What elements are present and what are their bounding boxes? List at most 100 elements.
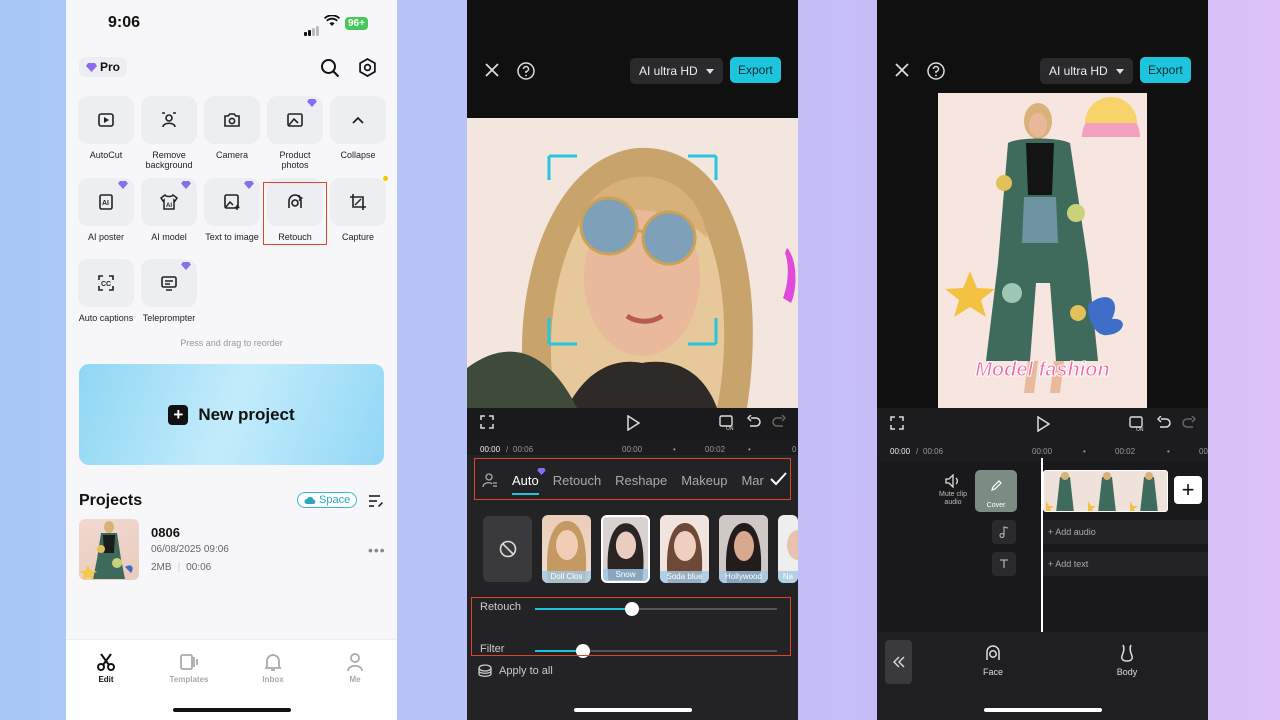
search-icon[interactable] bbox=[320, 58, 340, 78]
svg-text:CC: CC bbox=[101, 281, 111, 288]
tab-inbox[interactable]: Inbox bbox=[243, 652, 303, 684]
help-icon[interactable] bbox=[517, 62, 535, 80]
compare-toggle-icon[interactable]: ON bbox=[719, 415, 737, 431]
text-icon bbox=[1000, 559, 1008, 568]
retouch-highlight-box bbox=[263, 182, 327, 245]
tool-ai-poster[interactable]: AI AI poster bbox=[78, 178, 134, 242]
tab-edit[interactable]: Edit bbox=[76, 652, 136, 684]
ai-model-icon: AI bbox=[159, 193, 179, 210]
undo-icon[interactable] bbox=[747, 415, 761, 429]
audio-track-icon-button[interactable] bbox=[992, 520, 1016, 544]
remove-background-icon bbox=[162, 112, 176, 128]
face-tool-label: Face bbox=[982, 667, 1003, 677]
preset-item[interactable]: Soda blue bbox=[660, 515, 709, 583]
tool-text-to-image[interactable]: Text to image bbox=[204, 178, 260, 242]
tab-templates[interactable]: Templates bbox=[159, 652, 219, 684]
tool-autocut[interactable]: AutoCut bbox=[78, 96, 134, 160]
video-preview[interactable]: Model fashion bbox=[938, 93, 1147, 408]
caret-down-icon bbox=[1115, 68, 1124, 74]
fullscreen-icon[interactable] bbox=[480, 415, 494, 429]
help-icon[interactable] bbox=[927, 62, 945, 80]
tool-remove-background[interactable]: Remove background bbox=[141, 96, 197, 170]
play-icon[interactable] bbox=[1036, 416, 1050, 432]
tab-label: Inbox bbox=[262, 675, 284, 684]
video-clip[interactable] bbox=[1043, 470, 1168, 512]
svg-text:ON: ON bbox=[1136, 427, 1144, 432]
project-more-icon[interactable]: ••• bbox=[368, 542, 386, 558]
preset-item-selected[interactable]: Snow bbox=[601, 515, 650, 583]
preset-none[interactable] bbox=[483, 516, 532, 582]
home-screen: 9:06 96+ Pro AutoCut Remove background C… bbox=[66, 0, 397, 720]
tool-auto-captions[interactable]: CC Auto captions bbox=[78, 259, 134, 323]
tab-label: Templates bbox=[169, 675, 209, 684]
close-icon[interactable] bbox=[894, 62, 910, 78]
editor-top-bar: AI ultra HD Export bbox=[467, 0, 798, 118]
tool-capture[interactable]: Capture bbox=[330, 176, 388, 242]
body-icon bbox=[1121, 644, 1133, 662]
quality-dropdown[interactable]: AI ultra HD bbox=[630, 58, 723, 84]
preset-item[interactable]: Doll Clos bbox=[542, 515, 591, 583]
tab-me[interactable]: Me bbox=[325, 652, 385, 684]
tool-camera[interactable]: Camera bbox=[204, 96, 260, 160]
tool-label: Auto captions bbox=[78, 313, 134, 323]
play-icon[interactable] bbox=[626, 415, 640, 431]
body-tool-label: Body bbox=[1116, 667, 1138, 677]
tool-label: Camera bbox=[215, 150, 248, 160]
music-note-icon bbox=[999, 526, 1009, 538]
tab-label: Edit bbox=[98, 675, 114, 684]
wifi-icon bbox=[324, 15, 340, 26]
close-icon[interactable] bbox=[484, 62, 500, 78]
playhead[interactable] bbox=[1041, 458, 1043, 632]
tool-product-photos[interactable]: Product photos bbox=[267, 96, 323, 170]
time-total: 00:06 bbox=[923, 447, 944, 456]
add-clip-button[interactable]: + bbox=[1174, 476, 1202, 504]
fullscreen-icon[interactable] bbox=[890, 416, 904, 430]
export-button[interactable]: Export bbox=[1140, 57, 1191, 83]
autocut-icon bbox=[98, 113, 114, 127]
cover-button[interactable]: Cover bbox=[975, 470, 1017, 512]
undo-icon[interactable] bbox=[1157, 416, 1171, 430]
project-name: 0806 bbox=[151, 525, 180, 540]
text-track-icon-button[interactable] bbox=[992, 552, 1016, 576]
export-button[interactable]: Export bbox=[730, 57, 781, 83]
scissors-icon bbox=[97, 653, 115, 671]
face-tool-button[interactable]: Face bbox=[973, 644, 1013, 677]
ai-poster-icon: AI bbox=[99, 194, 113, 210]
face-icon bbox=[986, 645, 1000, 660]
tool-label: Text to image bbox=[205, 232, 259, 242]
body-editor-screen: AI ultra HD Export Model fashion ON 00:0 bbox=[877, 0, 1208, 720]
redo-icon[interactable] bbox=[1182, 416, 1196, 430]
new-indicator-dot bbox=[383, 176, 388, 181]
new-project-label: New project bbox=[198, 404, 295, 424]
apply-to-all-button[interactable]: Apply to all bbox=[478, 664, 553, 678]
layers-icon bbox=[478, 664, 492, 677]
tool-ai-model[interactable]: AI AI model bbox=[141, 178, 197, 242]
pro-badge[interactable]: Pro bbox=[79, 57, 128, 77]
tool-label: Remove background bbox=[145, 150, 193, 170]
video-preview[interactable] bbox=[467, 118, 798, 408]
tool-teleprompter[interactable]: Teleprompter bbox=[141, 259, 197, 323]
caret-down-icon bbox=[705, 68, 714, 74]
compare-toggle-icon[interactable]: ON bbox=[1129, 416, 1147, 432]
back-button[interactable] bbox=[885, 640, 912, 684]
body-tool-button[interactable]: Body bbox=[1107, 644, 1147, 677]
svg-text:ON: ON bbox=[726, 426, 734, 431]
project-thumbnail[interactable] bbox=[79, 519, 139, 580]
tool-label: Capture bbox=[341, 232, 375, 242]
list-menu-icon[interactable] bbox=[368, 494, 384, 508]
tool-collapse[interactable]: Collapse bbox=[330, 96, 386, 160]
preset-item[interactable]: Hollywood bbox=[719, 515, 768, 583]
quality-dropdown[interactable]: AI ultra HD bbox=[1040, 58, 1133, 84]
preset-item[interactable]: Na bbox=[778, 515, 798, 583]
space-button[interactable]: Space bbox=[297, 492, 358, 508]
tool-label: AI model bbox=[151, 232, 187, 242]
project-meta: 2MB | 00:06 bbox=[151, 562, 212, 573]
add-text-button[interactable]: + Add text bbox=[1043, 552, 1208, 576]
add-audio-button[interactable]: + Add audio bbox=[1043, 520, 1208, 544]
settings-icon[interactable] bbox=[358, 58, 377, 77]
redo-icon[interactable] bbox=[772, 415, 786, 429]
canvas-title-text[interactable]: Model fashion bbox=[938, 359, 1147, 382]
new-project-button[interactable]: + New project bbox=[79, 364, 384, 465]
bottom-tab-bar: Edit Templates Inbox Me bbox=[66, 639, 397, 720]
mute-clip-audio-button[interactable]: Mute clip audio bbox=[933, 474, 973, 507]
